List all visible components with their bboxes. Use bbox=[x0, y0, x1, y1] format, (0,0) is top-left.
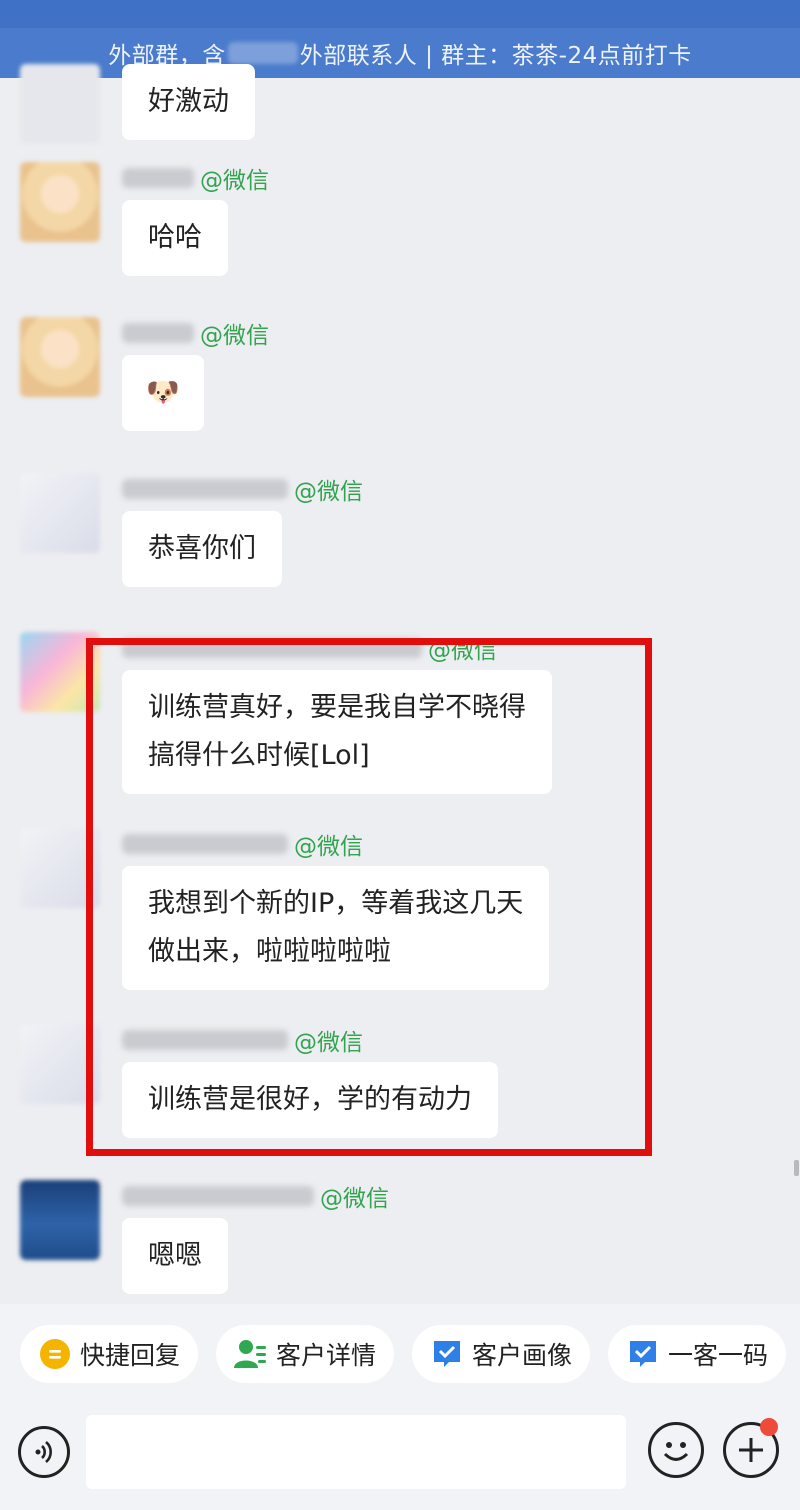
qr-code-button[interactable]: 一客一码 bbox=[608, 1325, 787, 1383]
voice-input-button[interactable] bbox=[18, 1426, 70, 1478]
sender-name: @微信 bbox=[122, 318, 269, 349]
chat-area[interactable]: 好激动 @微信 哈哈 @微信 🐶 @微信 恭喜你们 @微信 训练营真好，要是我自… bbox=[0, 64, 800, 1303]
message-bubble[interactable]: 好激动 bbox=[122, 64, 255, 140]
message-bubble[interactable]: 恭喜你们 bbox=[122, 511, 282, 587]
avatar[interactable] bbox=[20, 1024, 100, 1104]
input-bar bbox=[0, 1404, 800, 1510]
redacted-name bbox=[122, 834, 288, 854]
redacted-name bbox=[122, 638, 422, 658]
avatar[interactable] bbox=[20, 64, 100, 144]
avatar[interactable] bbox=[20, 317, 100, 397]
notification-dot bbox=[760, 1418, 778, 1436]
message-bubble[interactable]: 哈哈 bbox=[122, 200, 228, 276]
redacted-name bbox=[122, 1030, 288, 1050]
redacted-name bbox=[122, 323, 194, 343]
avatar[interactable] bbox=[20, 1180, 100, 1260]
message-bubble[interactable]: 训练营是很好，学的有动力 bbox=[122, 1062, 498, 1138]
smiley-icon bbox=[663, 1442, 689, 1461]
customer-detail-icon bbox=[234, 1337, 268, 1371]
sender-name: @微信 bbox=[122, 163, 269, 194]
scroll-indicator[interactable] bbox=[794, 1160, 799, 1176]
doge-emoji-icon: 🐶 bbox=[146, 377, 180, 408]
message-bubble[interactable]: 嗯嗯 bbox=[122, 1218, 228, 1294]
avatar[interactable] bbox=[20, 828, 100, 908]
status-bar bbox=[0, 0, 800, 28]
sender-name: @微信 bbox=[122, 474, 363, 505]
voice-icon bbox=[35, 1441, 52, 1463]
group-title-suffix: 外部联系人 | 群主：茶茶-24点前打卡 bbox=[299, 43, 692, 69]
message-bubble[interactable]: 我想到个新的IP，等着我这几天 做出来，啦啦啦啦啦 bbox=[122, 866, 550, 990]
redacted-name bbox=[122, 479, 288, 499]
avatar[interactable] bbox=[20, 632, 100, 712]
quick-reply-icon bbox=[38, 1337, 72, 1371]
redacted-name bbox=[122, 168, 194, 188]
avatar[interactable] bbox=[20, 162, 100, 242]
emoji-button[interactable] bbox=[648, 1422, 704, 1478]
message-bubble[interactable]: 训练营真好，要是我自学不晓得 搞得什么时候[Lol] bbox=[122, 670, 552, 794]
header-bar: 外部群，含 外部联系人 | 群主：茶茶-24点前打卡 bbox=[0, 0, 800, 78]
customer-profile-button[interactable]: 客户画像 bbox=[412, 1325, 591, 1383]
sender-name: @微信 bbox=[122, 633, 497, 664]
customer-profile-icon bbox=[430, 1337, 464, 1371]
quick-action-bar: 快捷回复 客户详情 客户画像 一客一码 bbox=[0, 1304, 800, 1404]
sender-name: @微信 bbox=[122, 829, 363, 860]
customer-detail-button[interactable]: 客户详情 bbox=[216, 1325, 395, 1383]
avatar[interactable] bbox=[20, 473, 100, 553]
message-input[interactable] bbox=[86, 1415, 626, 1489]
redacted-name bbox=[122, 1186, 314, 1206]
redacted-count bbox=[227, 42, 298, 64]
quick-reply-button[interactable]: 快捷回复 bbox=[20, 1325, 199, 1383]
qr-code-icon bbox=[626, 1337, 660, 1371]
message-bubble[interactable]: 🐶 bbox=[122, 355, 204, 431]
sender-name: @微信 bbox=[122, 1025, 363, 1056]
group-title[interactable]: 外部群，含 外部联系人 | 群主：茶茶-24点前打卡 bbox=[0, 28, 800, 78]
sender-name: @微信 bbox=[122, 1181, 389, 1212]
